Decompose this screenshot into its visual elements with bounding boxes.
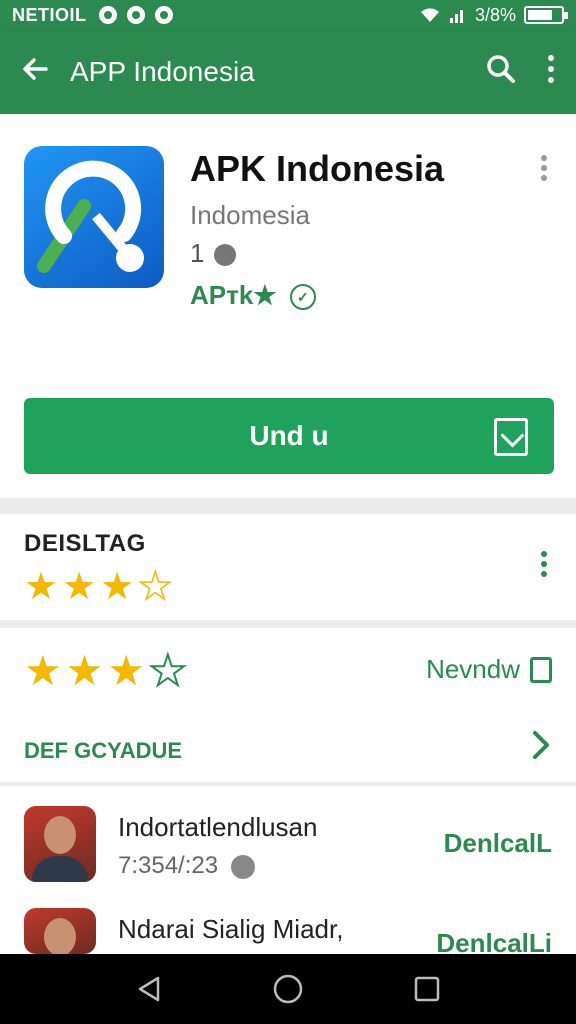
app-bar: APP Indonesia bbox=[0, 30, 576, 114]
rating-card: DEISLTAG ★ ★ ★ ★ bbox=[0, 514, 576, 620]
battery-percent: 3/8% bbox=[474, 4, 516, 25]
more-vert-icon bbox=[548, 54, 554, 83]
battery-icon bbox=[524, 6, 568, 24]
related-list: Indortatlendlusan 7:354/:23 DenlcalL Nda… bbox=[0, 786, 576, 958]
star-outline-icon[interactable]: ★ bbox=[148, 649, 188, 693]
star-icon: ★ bbox=[62, 566, 97, 608]
notification-icon bbox=[98, 6, 117, 24]
system-nav-bar bbox=[0, 954, 576, 1024]
status-bar: NETIOIL 3/8% bbox=[0, 0, 576, 30]
list-item-subtitle: 7:354/:23 bbox=[118, 852, 255, 880]
list-item-action-button[interactable]: DenlcalL bbox=[444, 828, 552, 859]
circle-home-icon bbox=[273, 974, 303, 1004]
app-options-button[interactable] bbox=[534, 154, 554, 182]
list-item-title: Ndarai Sialig Miadr, bbox=[118, 914, 344, 944]
square-recents-icon bbox=[414, 976, 439, 1002]
write-review-label: Nevndw bbox=[426, 654, 520, 684]
note-icon bbox=[530, 656, 552, 683]
list-item-subtitle-text: 7:354/:23 bbox=[118, 852, 219, 879]
download-icon bbox=[230, 854, 255, 879]
list-item[interactable]: Indortatlendlusan 7:354/:23 DenlcalL bbox=[0, 806, 576, 896]
nav-back-button[interactable] bbox=[129, 969, 169, 1009]
developer-name[interactable]: Indomesia bbox=[190, 200, 310, 231]
app-header-card: APK Indonesia Indomesia 1 APтk★ ✓ Und u bbox=[0, 114, 576, 498]
star-icon: ★ bbox=[24, 566, 59, 608]
back-button[interactable] bbox=[0, 54, 70, 90]
app-meta: 1 bbox=[190, 238, 236, 269]
star-icon[interactable]: ★ bbox=[24, 650, 62, 692]
avatar bbox=[24, 908, 96, 954]
notification-icon bbox=[126, 6, 145, 24]
install-label: Und u bbox=[249, 420, 329, 451]
notification-icon bbox=[154, 6, 173, 24]
verified-badge-icon: ✓ bbox=[289, 284, 316, 311]
triangle-back-icon bbox=[139, 976, 160, 1002]
more-vert-icon bbox=[541, 155, 547, 181]
star-icon[interactable]: ★ bbox=[66, 650, 104, 692]
rating-stars: ★ ★ ★ ★ bbox=[24, 566, 173, 608]
app-tag-label: APтk★ bbox=[190, 280, 277, 310]
wishlist-icon[interactable] bbox=[494, 418, 528, 456]
overflow-menu-button[interactable] bbox=[526, 54, 576, 91]
search-icon bbox=[487, 54, 515, 83]
rating-section-title: DEISLTAG bbox=[24, 530, 146, 557]
app-name: APK Indonesia bbox=[190, 148, 445, 189]
write-review-link[interactable]: Nevndw bbox=[426, 654, 552, 685]
more-reviews-link[interactable]: DEF GCYADUE bbox=[24, 738, 182, 764]
review-card: ★ ★ ★ ★ Nevndw DEF GCYADUE bbox=[0, 628, 576, 782]
search-button[interactable] bbox=[476, 54, 526, 91]
review-star-input[interactable]: ★ ★ ★ ★ bbox=[24, 649, 188, 693]
wifi-icon bbox=[420, 8, 439, 22]
info-icon bbox=[213, 244, 236, 267]
star-icon[interactable]: ★ bbox=[107, 650, 145, 692]
list-item-title: Indortatlendlusan bbox=[118, 812, 318, 842]
app-bar-title: APP Indonesia bbox=[70, 56, 255, 87]
arrow-left-icon bbox=[23, 58, 48, 80]
star-empty-icon: ★ bbox=[137, 566, 173, 608]
signal-icon bbox=[449, 10, 463, 23]
app-meta-value: 1 bbox=[190, 238, 205, 268]
rating-options-button[interactable] bbox=[534, 550, 554, 578]
chevron-right-icon[interactable] bbox=[530, 728, 552, 770]
notification-icons bbox=[98, 6, 173, 24]
app-logo-icon bbox=[24, 146, 164, 288]
nav-home-button[interactable] bbox=[268, 969, 308, 1009]
app-tag: APтk★ ✓ bbox=[190, 280, 316, 311]
nav-recents-button[interactable] bbox=[407, 969, 447, 1009]
star-icon: ★ bbox=[100, 566, 135, 608]
more-vert-icon bbox=[541, 551, 547, 577]
avatar bbox=[24, 806, 96, 882]
carrier-label: NETIOIL bbox=[12, 4, 87, 25]
install-button[interactable]: Und u bbox=[24, 398, 554, 474]
